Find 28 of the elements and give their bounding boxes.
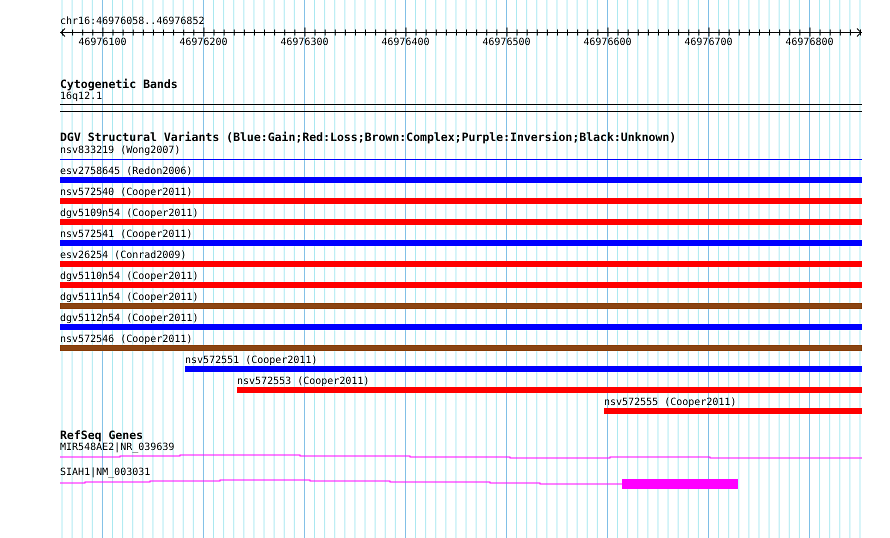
band-label: 16q12.1 — [60, 91, 104, 102]
variant-label: esv2758645 (Redon2006) — [60, 166, 194, 177]
variant-label: dgv5109n54 (Cooper2011) — [60, 208, 200, 219]
variant-label: nsv833219 (Wong2007) — [60, 145, 182, 156]
tick-label: 46976100 — [77, 37, 128, 48]
variant-label: nsv572553 (Cooper2011) — [237, 376, 370, 387]
tick-label: 46976300 — [279, 37, 330, 48]
variant-label: nsv572541 (Cooper2011) — [60, 229, 194, 240]
variant-label: dgv5110n54 (Cooper2011) — [60, 271, 200, 282]
tick-label: 46976800 — [784, 37, 835, 48]
variant-label: nsv572551 (Cooper2011) — [185, 355, 318, 366]
region-label: chr16:46976058..46976852 — [60, 16, 206, 27]
tick-label: 46976500 — [481, 37, 532, 48]
tick-label: 46976200 — [178, 37, 228, 48]
variant-label: nsv572540 (Cooper2011) — [60, 187, 194, 198]
variant-label: dgv5112n54 (Cooper2011) — [60, 313, 200, 324]
gene-label: SIAH1|NM_003031 — [60, 467, 152, 478]
tick-label: 46976400 — [380, 37, 431, 48]
variant-label: esv26254 (Conrad2009) — [60, 250, 188, 261]
track-title: RefSeq Genes — [60, 429, 144, 442]
track-title: Cytogenetic Bands — [60, 78, 179, 91]
track-title: DGV Structural Variants (Blue:Gain;Red:Loss;Brown:Complex;Purple:Inversion;Black:Unknown) — [60, 131, 678, 144]
variant-label: nsv572555 (Cooper2011) — [604, 397, 738, 408]
tick-label: 46976600 — [582, 37, 633, 48]
variant-label: nsv572546 (Cooper2011) — [60, 334, 194, 345]
variant-label: dgv5111n54 (Cooper2011) — [60, 292, 200, 303]
gene-label: MIR548AE2|NR_039639 — [60, 442, 176, 453]
tick-label: 46976700 — [683, 37, 734, 48]
